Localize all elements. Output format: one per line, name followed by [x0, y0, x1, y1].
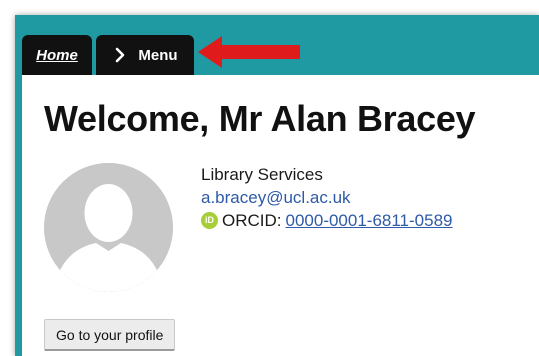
- avatar: [44, 163, 173, 292]
- tab-menu[interactable]: Menu: [96, 35, 194, 75]
- tab-home-label: Home: [36, 46, 78, 64]
- tab-home[interactable]: Home: [22, 35, 92, 75]
- user-info: Library Services a.bracey@ucl.ac.uk iD O…: [201, 163, 453, 232]
- page-title: Welcome, Mr Alan Bracey: [44, 98, 476, 139]
- orcid-label: ORCID:: [222, 211, 282, 230]
- chevron-right-icon: [112, 47, 128, 63]
- orcid-line: iD ORCID: 0000-0001-6811-0589: [201, 209, 453, 232]
- orcid-icon: iD: [201, 212, 218, 229]
- red-arrow-icon: [198, 36, 300, 68]
- user-department: Library Services: [201, 165, 323, 184]
- user-email-link[interactable]: a.bracey@ucl.ac.uk: [201, 186, 453, 209]
- person-silhouette-icon: [44, 163, 173, 292]
- orcid-id-link[interactable]: 0000-0001-6811-0589: [286, 209, 453, 232]
- tab-menu-label: Menu: [138, 46, 178, 64]
- go-to-profile-button[interactable]: Go to your profile: [44, 319, 176, 351]
